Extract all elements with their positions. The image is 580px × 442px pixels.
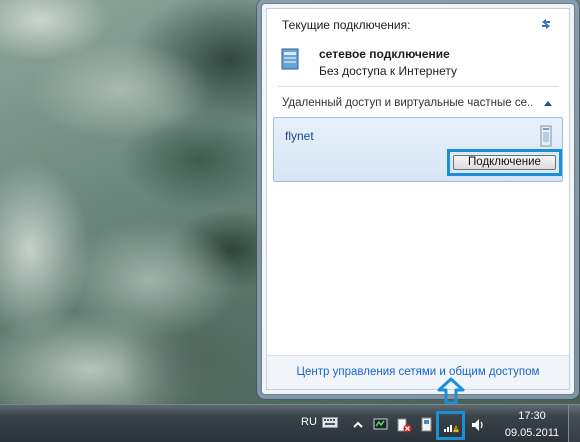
refresh-icon[interactable]	[539, 17, 553, 31]
network-status: Без доступа к Интернету	[319, 64, 458, 78]
taskbar: RU 17:30 09.05.2011	[0, 404, 580, 442]
volume-icon[interactable]	[470, 417, 486, 433]
section-divider	[277, 86, 559, 87]
show-hidden-icons-icon[interactable]	[350, 417, 366, 433]
keyboard-icon[interactable]	[322, 417, 338, 428]
clock-date[interactable]: 09.05.2011	[498, 427, 566, 439]
vpn-icon	[540, 125, 552, 147]
network-name: сетевое подключение	[319, 47, 450, 61]
show-desktop-button[interactable]	[568, 405, 580, 442]
network-tray-icon[interactable]	[443, 418, 459, 434]
connect-button[interactable]: Подключение	[453, 155, 556, 170]
vpn-connection-item[interactable]: flynet Подключение	[273, 117, 563, 182]
flyout-panel: Текущие подключения: сетевое подключение…	[266, 8, 570, 390]
safely-remove-hardware-icon[interactable]	[419, 417, 435, 433]
vpn-section-header[interactable]: Удаленный доступ и виртуальные частные с…	[282, 97, 532, 109]
network-flyout: Текущие подключения: сетевое подключение…	[261, 3, 575, 395]
arrow-up-indicator	[437, 377, 465, 405]
vpn-name: flynet	[285, 129, 314, 143]
current-connections-title: Текущие подключения:	[282, 18, 411, 32]
network-center-link[interactable]: Центр управления сетями и общим доступом	[267, 366, 569, 378]
action-center-icon[interactable]	[396, 417, 412, 433]
chevron-up-icon[interactable]	[544, 100, 552, 106]
network-icon	[281, 48, 299, 70]
flyout-footer: Центр управления сетями и общим доступом	[267, 355, 569, 389]
clock-time[interactable]: 17:30	[510, 410, 554, 422]
language-indicator[interactable]: RU	[301, 416, 317, 428]
connect-button-highlight: Подключение	[447, 149, 562, 176]
monitor-app-icon[interactable]	[373, 417, 389, 433]
